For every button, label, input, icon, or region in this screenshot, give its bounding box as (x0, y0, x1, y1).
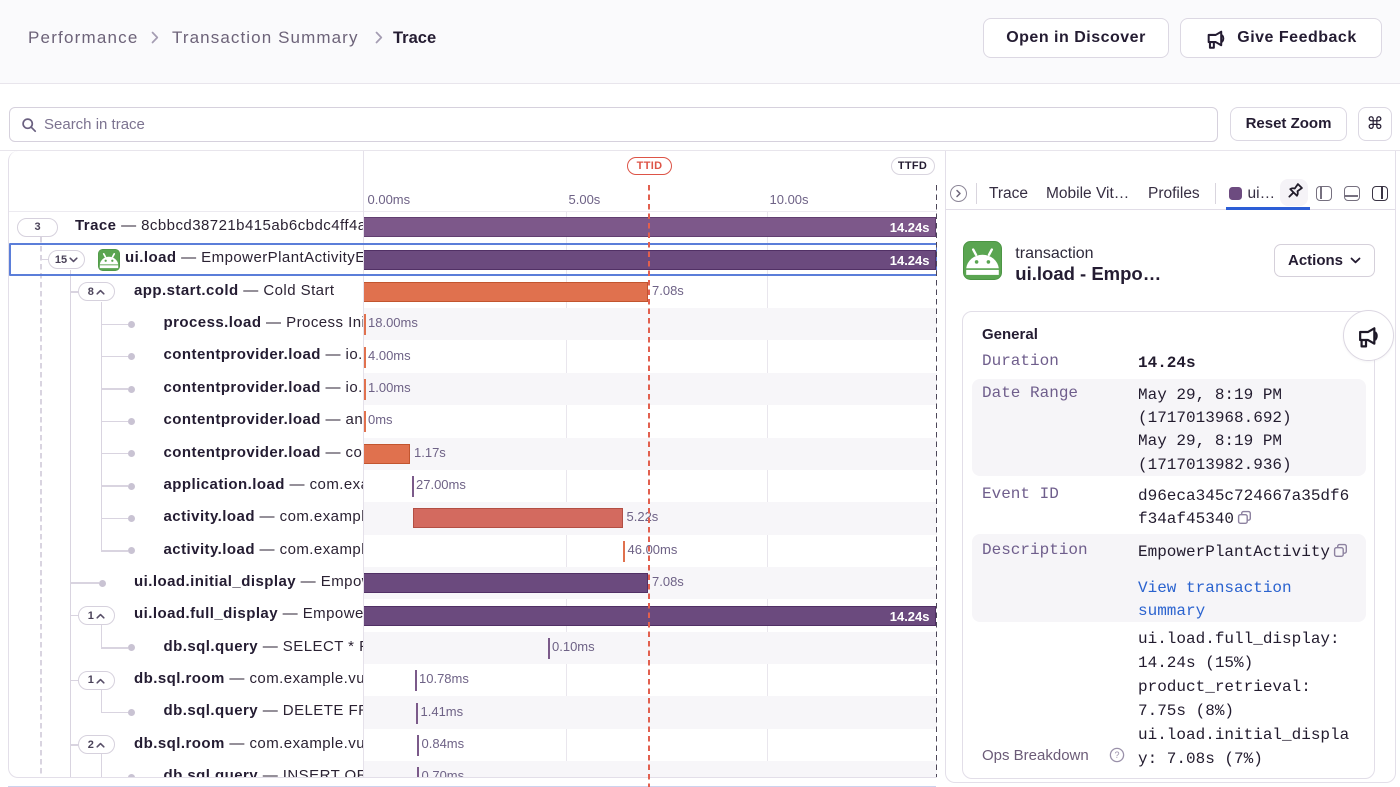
svg-text:?: ? (1114, 750, 1119, 760)
